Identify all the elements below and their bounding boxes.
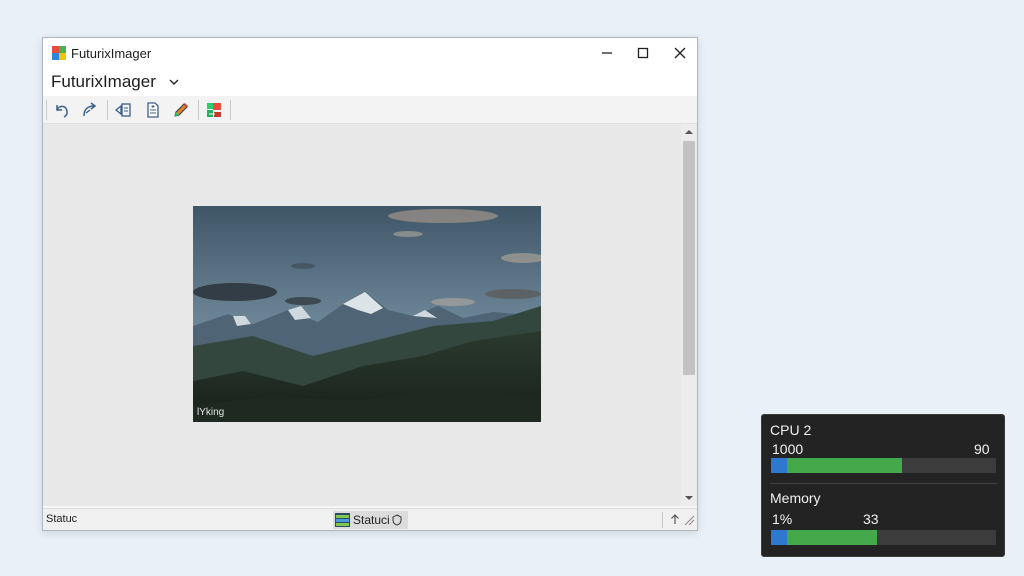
- cpu-bar-used: [771, 458, 902, 473]
- flag-tool-icon: [207, 103, 221, 117]
- toolbar-separator: [107, 100, 108, 120]
- title-bar[interactable]: FuturixImager: [43, 38, 697, 68]
- monitor-divider: [770, 483, 997, 484]
- toolbar-separator: [46, 100, 47, 120]
- app-window: FuturixImager FuturixImager lYking Statu…: [42, 37, 698, 531]
- scroll-up-icon[interactable]: [683, 127, 695, 137]
- memory-left-value: 1%: [772, 511, 793, 527]
- vertical-scrollbar[interactable]: [681, 124, 697, 506]
- scroll-down-icon[interactable]: [683, 493, 695, 503]
- minimize-button[interactable]: [589, 42, 625, 64]
- status-text: Statuc: [46, 513, 78, 525]
- status-panel[interactable]: Statuci: [333, 511, 408, 529]
- undo-button[interactable]: [51, 99, 73, 121]
- pencil-icon: [174, 103, 188, 117]
- image-layers-icon: [335, 513, 350, 527]
- memory-label: Memory: [770, 490, 821, 506]
- mountain-photo: lYking: [193, 206, 541, 422]
- cpu-bar-accent: [771, 458, 787, 473]
- redo-icon: [83, 102, 97, 117]
- memory-bar-used: [771, 530, 877, 545]
- resize-grip-icon[interactable]: [684, 515, 695, 526]
- image-canvas[interactable]: lYking: [43, 124, 681, 506]
- minimize-icon: [602, 52, 612, 54]
- resource-monitor: CPU 2 1000 90 Memory 1% 33: [761, 414, 1005, 557]
- undo-icon: [56, 105, 68, 118]
- flag-tool-button[interactable]: [203, 99, 225, 121]
- menu-bar: FuturixImager: [43, 68, 697, 98]
- memory-right-value: 33: [863, 511, 879, 527]
- app-logo-icon: [52, 46, 66, 60]
- document-button[interactable]: [142, 99, 164, 121]
- open-button[interactable]: [112, 99, 134, 121]
- scrollbar-thumb[interactable]: [683, 141, 695, 375]
- toolbar-separator: [230, 100, 231, 120]
- memory-bar-accent: [771, 530, 787, 545]
- status-panel-label: Statuci: [353, 513, 390, 527]
- chevron-down-icon[interactable]: [169, 78, 179, 86]
- image-caption: lYking: [197, 407, 225, 418]
- window-title: FuturixImager: [71, 46, 152, 61]
- toolbar-separator: [198, 100, 199, 120]
- redo-button[interactable]: [79, 99, 101, 121]
- cpu-label: CPU 2: [770, 422, 812, 438]
- maximize-icon: [637, 47, 649, 59]
- app-menu-title[interactable]: FuturixImager: [51, 72, 156, 92]
- cpu-left-value: 1000: [772, 441, 804, 457]
- close-icon: [674, 47, 686, 59]
- close-button[interactable]: [662, 42, 698, 64]
- edit-button[interactable]: [170, 99, 192, 121]
- memory-bar: [771, 530, 996, 545]
- status-separator: [662, 512, 663, 528]
- document-icon: [147, 102, 159, 118]
- shield-icon: [392, 514, 402, 526]
- arrow-up-icon[interactable]: [670, 513, 680, 525]
- cpu-bar: [771, 458, 996, 473]
- cpu-right-value: 90: [974, 441, 990, 457]
- open-folder-icon: [114, 103, 131, 117]
- maximize-button[interactable]: [625, 42, 661, 64]
- status-bar: Statuc Statuci: [43, 508, 697, 530]
- toolbar: [43, 96, 697, 124]
